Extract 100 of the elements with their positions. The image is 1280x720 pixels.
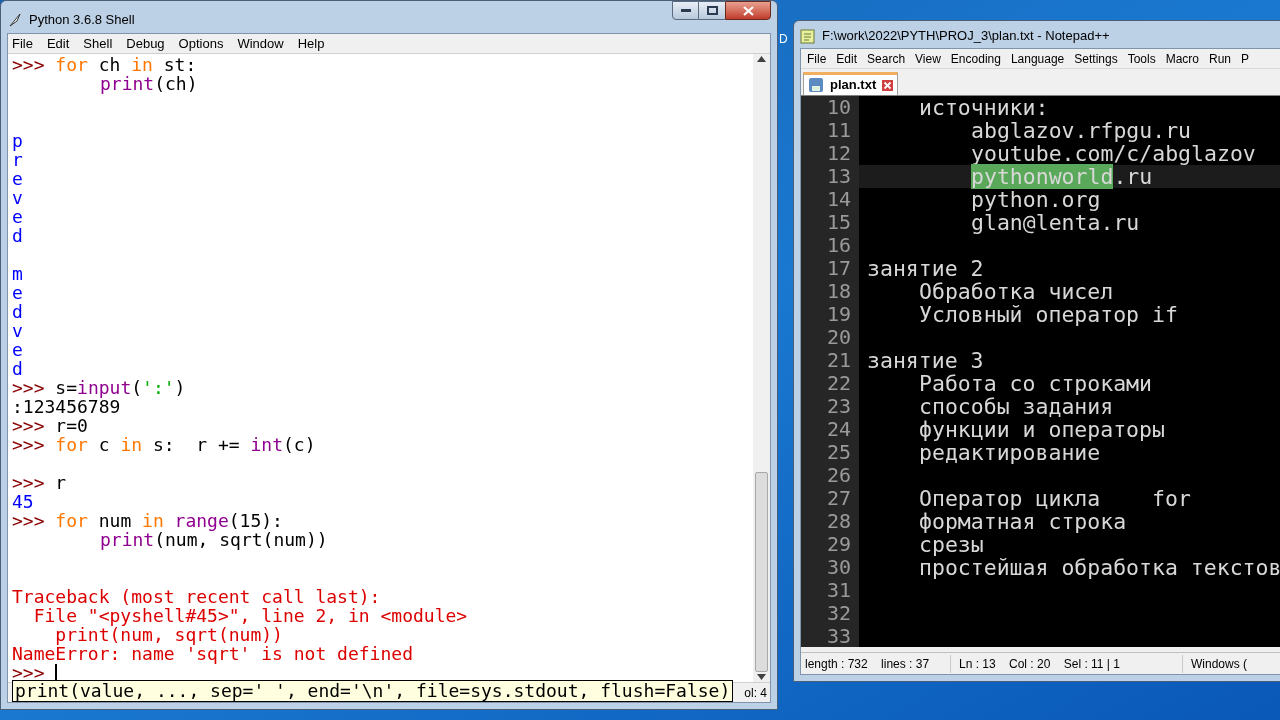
menu-item[interactable]: File [807, 49, 827, 68]
code-line: m [12, 264, 24, 283]
close-button[interactable] [725, 1, 771, 20]
line-number: 27 [801, 487, 859, 510]
line-number: 12 [801, 142, 859, 165]
line-number: 15 [801, 211, 859, 234]
window-title: Python 3.6.8 Shell [29, 11, 135, 29]
menu-item[interactable]: Debug [126, 33, 165, 54]
text-line: способы задания [918, 395, 1114, 418]
close-icon [742, 5, 754, 16]
code-line: e [12, 207, 24, 226]
text-line: Обработка чисел [918, 280, 1114, 303]
code-line: d [12, 302, 24, 321]
text-line: glan@lenta.ru [970, 211, 1140, 234]
code-line: e [12, 340, 24, 359]
code-line: e [12, 283, 24, 302]
menu-item[interactable]: File [12, 33, 33, 54]
scrollbar[interactable] [753, 54, 770, 682]
line-number: 24 [801, 418, 859, 441]
code-line: v [12, 321, 24, 340]
minimize-icon [680, 8, 691, 13]
text-line: редактирование [918, 441, 1101, 464]
line-number: 17 [801, 257, 859, 280]
line-number: 10 [801, 96, 859, 119]
status-text: Windows ( [1190, 655, 1248, 673]
menu-item[interactable]: Language [1010, 49, 1065, 68]
text-line: python.org [970, 188, 1101, 211]
menu-item[interactable]: Options [178, 33, 224, 54]
line-number: 21 [801, 349, 859, 372]
line-number: 19 [801, 303, 859, 326]
line-number: 29 [801, 533, 859, 556]
text-line: pythonworld.ru [970, 165, 1153, 188]
menu-item[interactable]: Tools [1127, 49, 1156, 68]
menu-item[interactable]: P [1241, 49, 1250, 68]
text-line: срезы [918, 533, 984, 556]
code-line: >>> for num in range(15): [12, 511, 284, 530]
file-tab[interactable]: plan.txt [803, 72, 899, 95]
code-line: >>> r=0 [12, 416, 89, 435]
line-number: 16 [801, 234, 859, 257]
code-line: :123456789 [12, 397, 121, 416]
text-line: простейшая обработка текстов [918, 556, 1280, 579]
editor-area[interactable] [801, 95, 1280, 647]
status-text: ol: 4 [744, 684, 767, 702]
line-number: 18 [801, 280, 859, 303]
code-line: >>> s=input(':') [12, 378, 187, 397]
menu-item[interactable]: Search [867, 49, 906, 68]
code-line: print(num, sqrt(num)) [99, 530, 329, 549]
text-line: занятие 3 [866, 349, 984, 372]
line-number: 31 [801, 579, 859, 602]
code-line: d [12, 226, 24, 245]
code-line: r [12, 150, 24, 169]
code-line: NameError: name 'sqrt' is not defined [12, 644, 414, 663]
menu-item[interactable]: Shell [83, 33, 113, 54]
menu-item[interactable]: View [915, 49, 941, 68]
code-line: e [12, 169, 24, 188]
text-line: функции и операторы [918, 418, 1165, 441]
maximize-icon [706, 6, 718, 15]
calltip: print(value, ..., sep=' ', end='\n', file=sys.stdout, flush=False) [12, 680, 734, 702]
menu-item[interactable]: Macro [1165, 49, 1199, 68]
code-line: p [12, 131, 24, 150]
line-number: 11 [801, 119, 859, 142]
up-arrow-icon [757, 56, 766, 62]
text-line: Работа со строками [918, 372, 1152, 395]
status-text: Ln : 13 Col : 20 Sel : 11 | 1 [951, 654, 1183, 673]
code-line: print(ch) [99, 74, 199, 93]
code-line: >>> for ch in st: [12, 55, 198, 74]
window-title: F:\work\2022\PYTH\PROJ_3\plan.txt - Notepad++ [822, 26, 1110, 45]
code-line: File "<pyshell#45>", line 2, in <module> [32, 606, 469, 625]
code-line: d [12, 359, 24, 378]
text-line: занятие 2 [866, 257, 984, 280]
menu-item[interactable]: Encoding [950, 49, 1001, 68]
line-number: 25 [801, 441, 859, 464]
menu-item[interactable]: Edit [836, 49, 858, 68]
code-line: print(num, sqrt(num)) [54, 625, 284, 644]
scrollbar-thumb[interactable] [755, 472, 768, 672]
menu-item[interactable]: Run [1209, 49, 1232, 68]
line-number: 22 [801, 372, 859, 395]
code-line: >>> [12, 663, 753, 682]
text-line: Оператор цикла for [918, 487, 1191, 510]
menu-item[interactable]: Window [237, 33, 284, 54]
line-number: 20 [801, 326, 859, 349]
code-line: >>> for c in s: r += int(c) [12, 435, 317, 454]
python-feather-icon [7, 11, 23, 28]
line-number: 14 [801, 188, 859, 211]
text-line: Условный оператор if [918, 303, 1178, 326]
menu-item[interactable]: Settings [1074, 49, 1118, 68]
text-line: youtube.com/c/abglazov [970, 142, 1256, 165]
notepad-icon [800, 27, 816, 44]
menu-item[interactable]: Edit [46, 33, 70, 54]
maximize-button[interactable] [699, 1, 725, 20]
line-number: 13 [801, 165, 859, 188]
minimize-button[interactable] [672, 1, 699, 20]
status-text: length : 732 lines : 37 [801, 654, 951, 673]
down-arrow-icon [757, 674, 766, 680]
menu-item[interactable]: Help [297, 33, 325, 54]
text-line: источники: [918, 96, 1049, 119]
close-icon[interactable] [882, 79, 894, 91]
line-number: 33 [801, 625, 859, 647]
line-number: 23 [801, 395, 859, 418]
line-number: 32 [801, 602, 859, 625]
